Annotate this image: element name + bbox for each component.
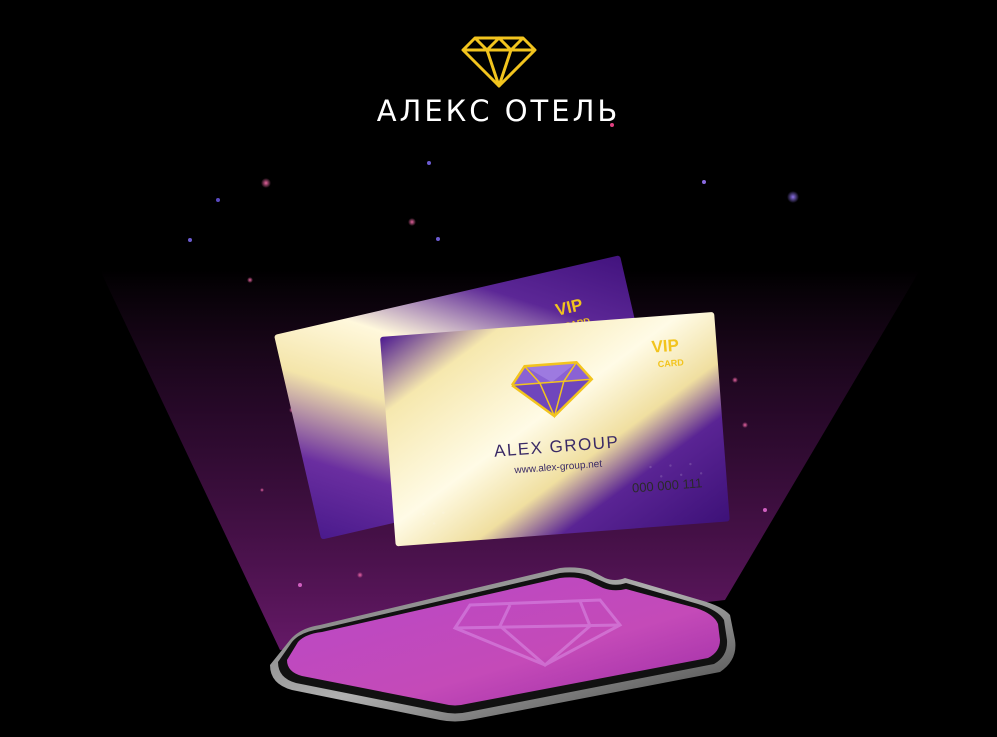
brand-header: АЛЕКС ОТЕЛЬ [0, 36, 997, 128]
diamond-icon [461, 36, 536, 88]
vip-text-front: VIP [651, 336, 680, 357]
card-text-front: CARD [657, 357, 684, 369]
vip-card-front: VIP CARD ALEX GROUP www.alex-group.net 0… [380, 312, 730, 547]
brand-name: АЛЕКС ОТЕЛЬ [376, 94, 621, 128]
stage: VIP CARD VIP CARD [0, 0, 997, 737]
